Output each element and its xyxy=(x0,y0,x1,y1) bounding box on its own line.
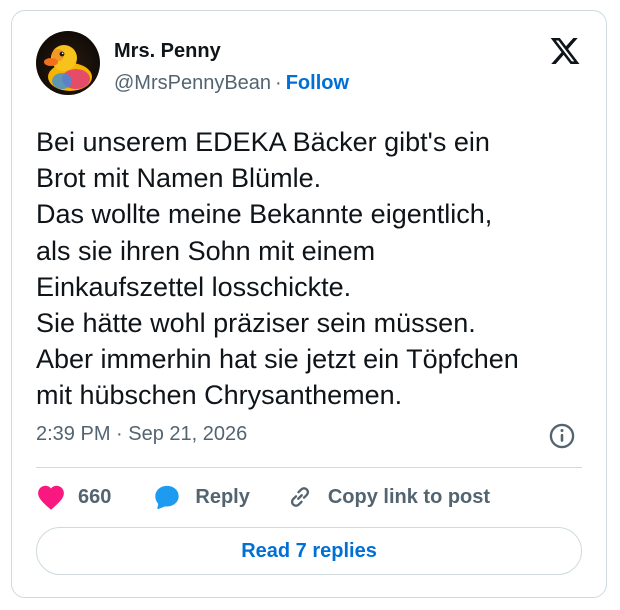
author-handle-row: @MrsPennyBean · Follow xyxy=(114,72,349,95)
reply-label: Reply xyxy=(195,485,250,508)
rubber-duck-avatar-image xyxy=(44,45,92,91)
read-replies-button[interactable]: Read 7 replies xyxy=(36,527,582,575)
follow-button[interactable]: Follow xyxy=(286,72,349,94)
link-icon xyxy=(290,487,309,507)
separator-dot: · xyxy=(275,72,282,94)
tweet-timestamp[interactable]: 2:39 PM · Sep 21, 2026 xyxy=(36,423,247,446)
reply-button[interactable]: Reply xyxy=(153,483,250,511)
action-bar: 660 Reply Copy link to post xyxy=(36,481,490,513)
like-count: 660 xyxy=(78,485,112,508)
speech-bubble-icon xyxy=(155,485,180,510)
like-button[interactable]: 660 xyxy=(36,483,111,511)
divider xyxy=(36,467,582,468)
tweet-text: Bei unserem EDEKA Bäcker gibt's ein Brot… xyxy=(36,127,519,411)
tweet-card: Mrs. Penny @MrsPennyBean · Follow Bei unse… xyxy=(11,10,607,598)
heart-icon xyxy=(38,485,64,510)
author-name[interactable]: Mrs. Penny xyxy=(114,40,221,63)
copy-link-button[interactable]: Copy link to post xyxy=(286,483,490,511)
avatar[interactable] xyxy=(36,31,100,95)
author-handle[interactable]: @MrsPennyBean xyxy=(114,72,271,94)
info-icon[interactable] xyxy=(548,422,576,450)
copy-link-label: Copy link to post xyxy=(327,485,491,508)
x-logo-icon[interactable] xyxy=(548,35,582,67)
